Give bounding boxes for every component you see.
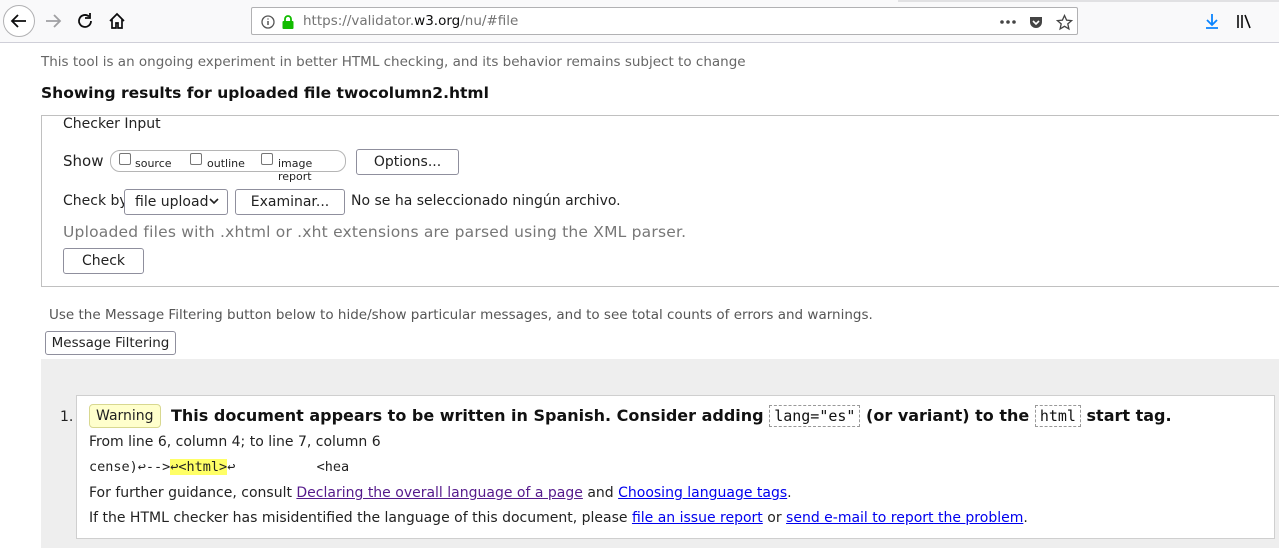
browser-toolbar: https://validator.w3.org/nu/#file	[0, 0, 1279, 43]
check-by-select[interactable]: file upload	[124, 189, 228, 215]
pocket-icon[interactable]	[1025, 11, 1047, 33]
home-icon	[109, 12, 125, 29]
message-number: 1.	[60, 409, 74, 425]
message-title-text-3: start tag.	[1086, 406, 1172, 425]
source-checkbox[interactable]	[119, 153, 131, 165]
report-line: If the HTML checker has misidentified th…	[89, 510, 1028, 526]
bookmark-star-icon[interactable]	[1053, 11, 1075, 33]
guidance-and: and	[587, 485, 614, 501]
report-or: or	[767, 510, 782, 526]
back-button[interactable]	[3, 5, 35, 37]
outline-label[interactable]: outline	[207, 157, 245, 170]
forward-button[interactable]	[37, 5, 69, 37]
options-button[interactable]: Options...	[356, 149, 459, 175]
reload-button[interactable]	[69, 5, 101, 37]
extract-before: cense)↩-->	[89, 459, 171, 475]
checker-input-legend: Checker Input	[61, 116, 163, 132]
source-extract: cense)↩-->↩<html>↩ <hea	[89, 459, 349, 475]
file-issue-report-link[interactable]: file an issue report	[632, 510, 763, 526]
image-report-label[interactable]: image report	[278, 157, 345, 183]
source-label[interactable]: source	[135, 157, 172, 170]
tab-strip-edge	[898, 0, 1279, 2]
downloads-button[interactable]	[1196, 5, 1228, 37]
forward-arrow-icon	[46, 14, 62, 28]
outline-checkbox[interactable]	[190, 153, 202, 165]
message-filtering-button[interactable]: Message Filtering	[45, 331, 176, 355]
choosing-language-tags-link[interactable]: Choosing language tags	[618, 485, 787, 501]
image-report-checkbox[interactable]	[261, 153, 273, 165]
info-icon[interactable]	[257, 11, 279, 33]
reload-icon	[78, 13, 92, 28]
guidance-prefix: For further guidance, consult	[89, 485, 292, 501]
download-icon	[1206, 14, 1218, 29]
extract-highlight: ↩<html>	[170, 459, 228, 475]
xml-parser-note: Uploaded files with .xhtml or .xht exten…	[63, 223, 687, 241]
lock-icon[interactable]	[277, 11, 299, 33]
report-end: .	[1023, 510, 1028, 526]
check-button[interactable]: Check	[63, 248, 144, 274]
extract-after: ↩ <hea	[227, 459, 350, 475]
results-title: Showing results for uploaded file twocol…	[41, 84, 489, 102]
page-actions-icon[interactable]	[997, 11, 1019, 33]
guidance-line: For further guidance, consult Declaring …	[89, 485, 792, 501]
report-prefix: If the HTML checker has misidentified th…	[89, 510, 628, 526]
show-label: Show	[63, 152, 104, 170]
library-button[interactable]	[1228, 5, 1260, 37]
message-location: From line 6, column 4; to line 7, column…	[89, 434, 381, 450]
no-file-selected-text: No se ha seleccionado ningún archivo.	[351, 193, 621, 209]
check-by-label: Check by	[63, 193, 128, 209]
url-bar[interactable]: https://validator.w3.org/nu/#file	[251, 7, 1078, 35]
message-title-text: This document appears to be written in S…	[171, 406, 764, 425]
browse-button[interactable]: Examinar...	[235, 189, 345, 215]
html-code: html	[1034, 405, 1081, 427]
message-title: This document appears to be written in S…	[171, 405, 1172, 427]
chevron-down-icon	[209, 198, 219, 205]
lang-code: lang="es"	[769, 405, 861, 427]
show-options-group: source outline image report	[110, 150, 346, 183]
tagline: This tool is an ongoing experiment in be…	[41, 54, 746, 70]
message-title-text-2: (or variant) to the	[866, 406, 1030, 425]
library-icon	[1237, 14, 1251, 29]
message-filtering-note: Use the Message Filtering button below t…	[49, 307, 873, 323]
home-button[interactable]	[101, 5, 133, 37]
url-text[interactable]: https://validator.w3.org/nu/#file	[303, 13, 518, 29]
declaring-language-link[interactable]: Declaring the overall language of a page	[296, 485, 582, 501]
warning-badge: Warning	[89, 404, 161, 428]
send-email-link[interactable]: send e-mail to report the problem	[786, 510, 1023, 526]
guidance-end: .	[787, 485, 792, 501]
check-by-value: file upload	[135, 194, 209, 210]
back-arrow-icon	[10, 14, 26, 28]
